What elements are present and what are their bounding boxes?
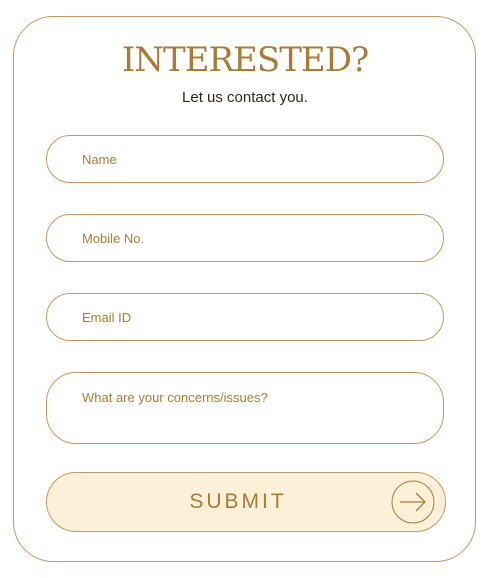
name-input[interactable] — [46, 135, 444, 183]
form-title: INTERESTED? — [121, 40, 369, 80]
mobile-input[interactable] — [46, 214, 444, 262]
submit-button[interactable]: SUBMIT — [46, 472, 446, 532]
concerns-textarea[interactable] — [46, 372, 444, 444]
arrow-right-circle-icon — [391, 480, 435, 524]
submit-label: SUBMIT — [189, 490, 287, 513]
form-subtitle: Let us contact you. — [182, 89, 308, 106]
email-input[interactable] — [46, 293, 444, 341]
